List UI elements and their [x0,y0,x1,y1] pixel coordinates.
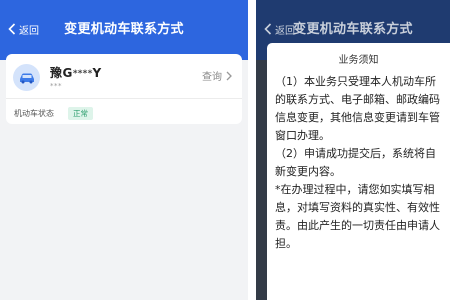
phone-mask: *** [50,82,62,90]
notice-modal: 业务须知 （1）本业务只受理本人机动车所 的联系方式、电子邮箱、邮政编码 信息变… [267,43,450,300]
query-label: 查询 [202,72,222,83]
nav-header: 返回 变更机动车联系方式 [0,0,248,60]
car-icon [13,64,40,91]
page-title-dimmed: 变更机动车联系方式 [293,22,413,37]
notice-line: 责。由此产生的一切责任由申请人 [275,219,440,232]
notice-line: 窗口办理。 [275,129,330,142]
page-title: 变更机动车联系方式 [64,22,184,37]
notice-title: 业务须知 [338,55,379,66]
notice-body: （1）本业务只受理本人机动车所 的联系方式、电子邮箱、邮政编码 信息变更，其他信… [275,73,450,253]
left-screen: 返回 变更机动车联系方式 豫G****Y *** 查询 机动车状态 正常 [0,0,248,300]
status-label: 机动车状态 [14,109,54,118]
screenshot-root: 返回 变更机动车联系方式 豫G****Y *** 查询 机动车状态 正常 返回 … [0,0,450,300]
plate-number: 豫G****Y [50,64,102,81]
query-button[interactable]: 查询 [202,68,232,83]
screen-gap [248,0,256,300]
plate-suffix: Y [92,66,102,80]
vehicle-card[interactable]: 豫G****Y *** 查询 机动车状态 正常 [6,54,242,124]
notice-line: 的联系方式、电子邮箱、邮政编码 [275,93,440,106]
plate-mask: **** [72,69,93,79]
notice-line: （2）申请成功提交后，系统将自 [275,147,436,160]
notice-line: 担。 [275,237,297,250]
notice-line: *在办理过程中，请您如实填写相 [275,183,435,196]
notice-line: 新变更内容。 [275,165,341,178]
notice-line: 信息变更，其他信息变更请到车管 [275,111,440,124]
divider [6,98,242,99]
notice-line: （1）本业务只受理本人机动车所 [275,75,436,88]
chevron-right-icon [226,71,232,80]
notice-line: 息，对填写资料的真实性、有效性 [275,201,440,214]
plate-prefix: 豫G [50,66,73,80]
status-badge: 正常 [68,107,93,120]
right-screen: 返回 变更机动车联系方式 业务须知 （1）本业务只受理本人机动车所 的联系方式、… [256,0,450,300]
